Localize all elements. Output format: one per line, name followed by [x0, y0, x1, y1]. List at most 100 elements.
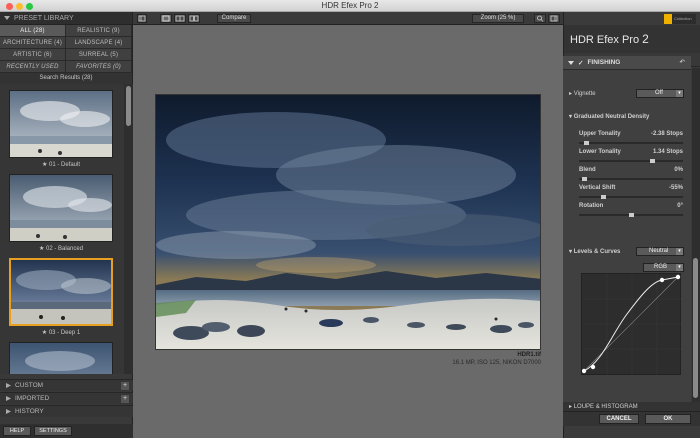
photo-info: HDR1.tif 16.1 MP, ISO 125, NIKON D7000 — [452, 351, 541, 367]
imported-section-header[interactable]: IMPORTED + — [0, 392, 133, 404]
preset-thumbnail[interactable] — [9, 174, 113, 242]
slider-knob[interactable] — [584, 141, 589, 145]
curve-point[interactable] — [590, 364, 596, 370]
ok-button[interactable]: OK — [645, 414, 691, 424]
vignette-dropdown[interactable]: Off ▾ — [636, 89, 684, 98]
vertical-shift-value: -55% — [668, 185, 683, 191]
category-surreal[interactable]: SURREAL (5) — [66, 49, 132, 61]
finishing-section-header[interactable]: ✓ FINISHING ↶ — [563, 56, 691, 70]
preview-toolbar: Compare Zoom (25 %) — [133, 12, 563, 25]
expand-arrow-icon — [6, 383, 11, 388]
scrollbar-thumb[interactable] — [126, 86, 131, 126]
rotation-slider[interactable] — [579, 213, 683, 217]
levels-curves-label: Levels & Curves — [573, 249, 621, 255]
controls-scrollbar[interactable] — [692, 68, 700, 414]
upper-tonality-label: Upper Tonality — [579, 131, 621, 137]
preset-thumbnail[interactable] — [9, 90, 113, 158]
curve-point[interactable] — [675, 274, 681, 280]
loupe-histogram-label: LOUPE & HISTOGRAM — [573, 404, 638, 410]
curves-preset-dropdown[interactable]: Neutral ▾ — [636, 247, 684, 256]
help-button[interactable]: HELP — [3, 426, 31, 436]
preset-label: ★ 01 - Default — [41, 162, 81, 168]
collapse-arrow-icon — [4, 16, 10, 20]
history-section-header[interactable]: HISTORY — [0, 405, 133, 417]
curves-preset-value: Neutral — [649, 248, 669, 254]
channel-dropdown[interactable]: RGB ▾ — [643, 263, 684, 272]
title-bar: HDR Efex Pro 2 — [0, 0, 700, 12]
app-window: HDR Efex Pro 2 PRESET LIBRARY ALL (28) R… — [0, 0, 700, 438]
panel-toggle-icon — [550, 15, 558, 22]
vignette-value: Off — [655, 90, 663, 96]
category-recently-used[interactable]: RECENTLY USED — [0, 61, 66, 73]
curves-editor[interactable] — [581, 273, 682, 376]
split-view-button[interactable] — [174, 14, 186, 23]
preset-item[interactable]: ★ 02 - Balanced — [9, 174, 113, 252]
undo-icon[interactable]: ↶ — [680, 58, 685, 66]
blend-value: 0% — [674, 167, 683, 173]
preset-library-header[interactable]: PRESET LIBRARY — [0, 12, 132, 25]
settings-button[interactable]: SETTINGS — [34, 426, 72, 436]
upper-tonality-slider[interactable] — [579, 141, 683, 145]
slider-knob[interactable] — [629, 213, 634, 217]
cancel-button[interactable]: CANCEL — [599, 414, 639, 424]
add-custom-preset-button[interactable]: + — [121, 382, 129, 390]
preset-item[interactable]: ★ 01 - Default — [9, 90, 113, 168]
image-preview-area: Compare Zoom (25 %) HDR1.tif 16.1 MP, IS… — [133, 12, 563, 438]
history-section-label: HISTORY — [15, 408, 44, 415]
curve-point[interactable] — [659, 277, 665, 283]
slider-knob[interactable] — [601, 195, 606, 199]
lower-tonality-slider[interactable] — [579, 159, 683, 163]
single-view-button[interactable] — [160, 14, 172, 23]
category-all[interactable]: ALL (28) — [0, 25, 66, 37]
panel-toggle-icon — [138, 15, 146, 22]
category-favorites[interactable]: FAVORITES (0) — [66, 61, 132, 73]
dropdown-arrow-icon: ▾ — [676, 264, 683, 271]
preset-thumbnail-list: ★ 01 - Default ★ 02 - Balanced ★ 03 - De… — [0, 84, 124, 374]
rotation-label: Rotation — [579, 203, 604, 209]
slider-knob[interactable] — [650, 159, 655, 163]
blend-row: Blend 0% — [579, 167, 683, 173]
category-architecture[interactable]: ARCHITECTURE (4) — [0, 37, 66, 49]
category-landscape[interactable]: LANDSCAPE (4) — [66, 37, 132, 49]
channel-value: RGB — [654, 264, 668, 270]
preset-item[interactable] — [9, 342, 113, 374]
blend-label: Blend — [579, 167, 596, 173]
loupe-button[interactable] — [534, 14, 546, 23]
blend-slider[interactable] — [579, 177, 683, 181]
gnd-header[interactable]: ▾ Graduated Neutral Density — [569, 113, 685, 120]
photo-metadata: 16.1 MP, ISO 125, NIKON D7000 — [452, 360, 541, 366]
preset-label: ★ 02 - Balanced — [38, 246, 84, 252]
vertical-shift-slider[interactable] — [579, 195, 683, 199]
zoom-control[interactable]: Zoom (25 %) — [472, 14, 524, 23]
preset-thumbnail[interactable] — [9, 342, 113, 374]
photo-filename: HDR1.tif — [517, 352, 541, 358]
check-icon: ✓ — [578, 59, 584, 67]
split-view-icon — [175, 15, 185, 22]
zoom-label: Zoom (25 %) — [480, 15, 516, 21]
hdr-photo-preview[interactable] — [155, 94, 541, 350]
category-artistic[interactable]: ARTISTIC (6) — [0, 49, 66, 61]
toggle-library-button[interactable] — [137, 14, 147, 23]
slider-knob[interactable] — [582, 177, 587, 181]
curve-point[interactable] — [581, 368, 587, 374]
single-view-icon — [162, 15, 170, 22]
upper-tonality-value: -2.38 Stops — [650, 131, 683, 137]
dropdown-arrow-icon: ▾ — [676, 90, 683, 97]
side-by-side-view-button[interactable] — [188, 14, 200, 23]
expand-arrow-icon — [6, 409, 11, 414]
custom-section-header[interactable]: CUSTOM + — [0, 379, 133, 391]
collapse-arrow-icon — [568, 60, 574, 65]
preset-item-selected[interactable]: ★ 03 - Deep 1 — [9, 258, 113, 336]
toggle-controls-button[interactable] — [548, 14, 560, 23]
preset-thumbnail[interactable] — [9, 258, 113, 326]
loupe-histogram-header[interactable]: ▸ LOUPE & HISTOGRAM — [563, 402, 700, 412]
compare-button[interactable]: Compare — [217, 14, 251, 23]
category-realistic[interactable]: REALISTIC (9) — [66, 25, 132, 37]
scrollbar-thumb[interactable] — [693, 258, 698, 398]
import-preset-button[interactable]: + — [121, 395, 129, 403]
preset-library-title: PRESET LIBRARY — [14, 14, 74, 22]
gnd-title: Graduated Neutral Density — [573, 114, 650, 120]
preset-list-scrollbar[interactable] — [124, 84, 133, 374]
search-results-count: Search Results (28) — [0, 73, 132, 84]
controls-footer: ▸ LOUPE & HISTOGRAM CANCEL OK — [563, 402, 700, 426]
